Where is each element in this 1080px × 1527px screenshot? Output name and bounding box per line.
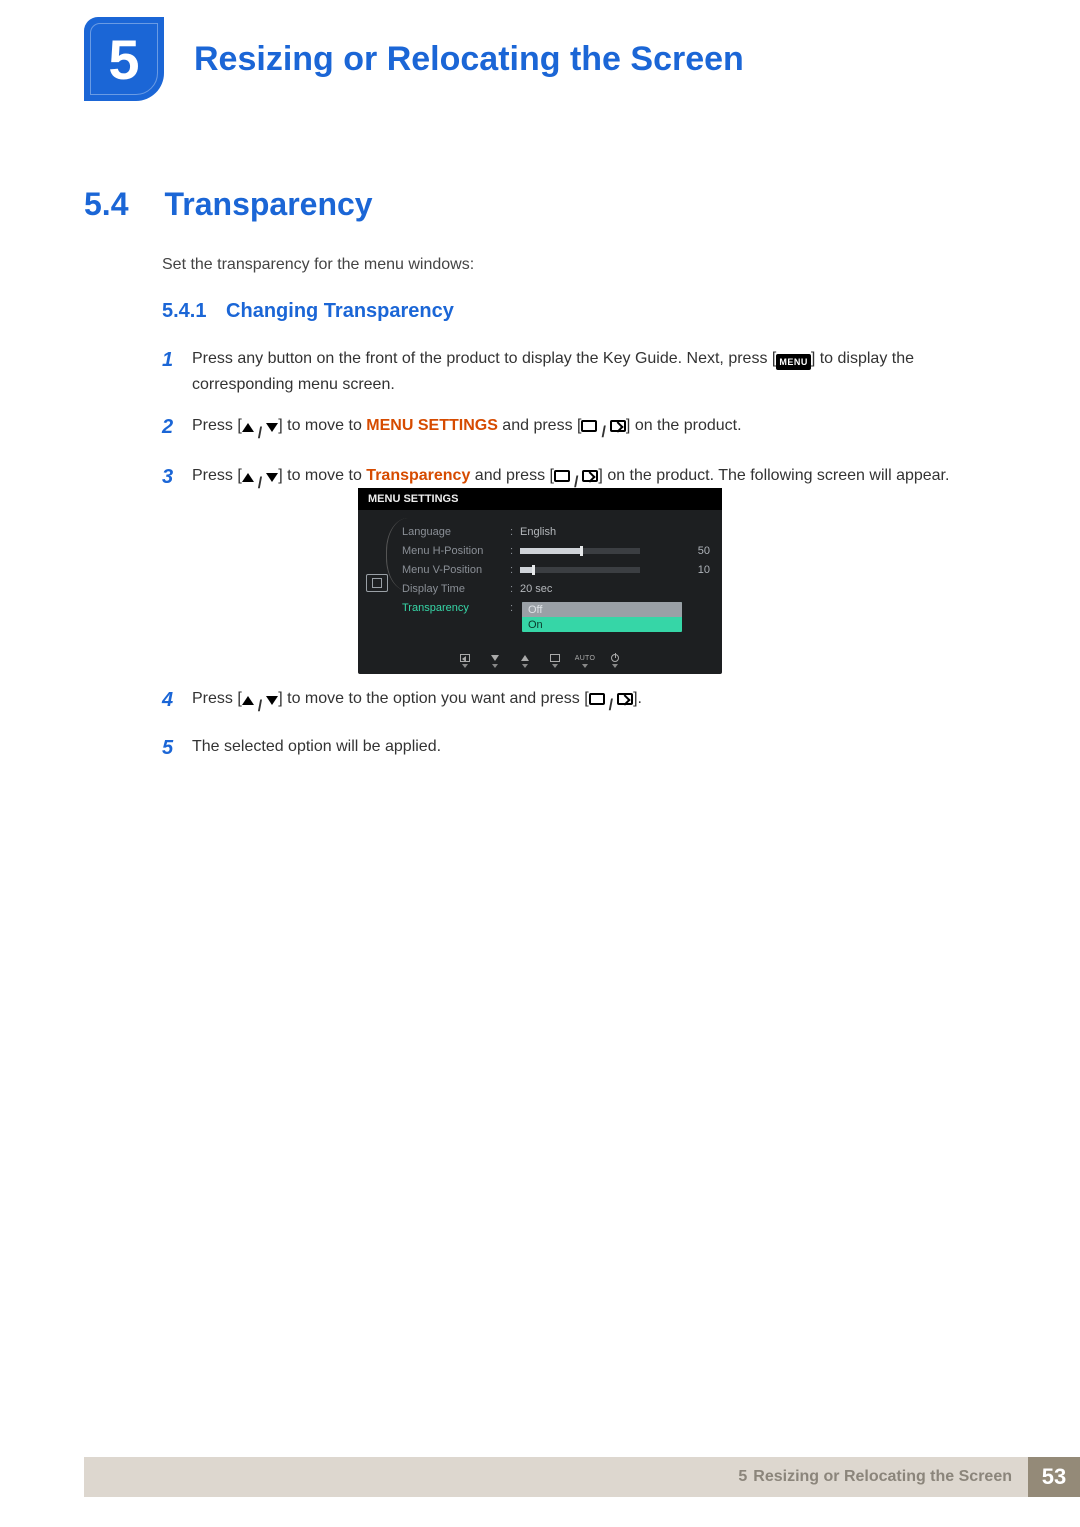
- transparency-highlight: Transparency: [366, 467, 470, 484]
- steps-list-cont: 4 Press [/] to move to the option you wa…: [162, 686, 990, 773]
- osd-screenshot: MENU SETTINGS Language : English Menu H-…: [358, 488, 722, 674]
- slider-icon: [520, 567, 640, 573]
- step-1: 1 Press any button on the front of the p…: [162, 346, 990, 397]
- section-title: Transparency: [164, 186, 372, 223]
- osd-title: MENU SETTINGS: [358, 488, 722, 510]
- select-return-icon: /: [589, 693, 633, 719]
- osd-row-display-time: Display Time : 20 sec: [402, 579, 710, 598]
- step-4: 4 Press [/] to move to the option you wa…: [162, 686, 990, 720]
- up-down-icon: /: [242, 421, 278, 447]
- footer-chapter-title: Resizing or Relocating the Screen: [753, 1468, 1012, 1486]
- osd-nav-power-icon: [609, 653, 621, 668]
- subsection-title: Changing Transparency: [226, 300, 454, 322]
- menu-icon: MENU: [776, 354, 811, 370]
- step-2: 2 Press [/] to move to MENU SETTINGS and…: [162, 413, 990, 447]
- osd-nav-back-icon: [459, 653, 471, 668]
- step-5: 5 The selected option will be applied.: [162, 734, 990, 760]
- footer-chapter-number: 5: [738, 1468, 747, 1486]
- page-footer: 5 Resizing or Relocating the Screen 53: [84, 1457, 1080, 1497]
- osd-nav-down-icon: [489, 653, 501, 668]
- osd-row-language: Language : English: [402, 522, 710, 541]
- footer-bar: 5 Resizing or Relocating the Screen: [84, 1457, 1028, 1497]
- up-down-icon: /: [242, 471, 278, 497]
- osd-option-off: Off: [522, 602, 682, 617]
- section-heading: 5.4 Transparency: [84, 186, 996, 223]
- subsection-heading: 5.4.1 Changing Transparency: [162, 300, 454, 323]
- osd-nav-enter-icon: [549, 653, 561, 668]
- chapter-badge: 5: [84, 17, 164, 101]
- osd-category-icon: [366, 574, 388, 592]
- footer-page-number: 53: [1028, 1457, 1080, 1497]
- section-intro: Set the transparency for the menu window…: [162, 256, 990, 274]
- osd-row-h-position: Menu H-Position : 50: [402, 541, 710, 560]
- osd-side-curve: [386, 518, 408, 591]
- select-return-icon: /: [581, 420, 625, 446]
- osd-nav-up-icon: [519, 653, 531, 668]
- subsection-number: 5.4.1: [162, 300, 206, 322]
- chapter-number: 5: [108, 27, 139, 92]
- osd-row-v-position: Menu V-Position : 10: [402, 560, 710, 579]
- osd-nav-auto-icon: AUTO: [579, 653, 591, 668]
- page-header: 5 Resizing or Relocating the Screen: [84, 14, 1040, 104]
- section-number: 5.4: [84, 186, 128, 223]
- osd-option-on: On: [522, 617, 682, 632]
- osd-body: Language : English Menu H-Position : 50 …: [358, 510, 722, 617]
- osd-nav-bar: AUTO: [358, 653, 722, 668]
- chapter-title: Resizing or Relocating the Screen: [194, 40, 744, 79]
- slider-icon: [520, 548, 640, 554]
- up-down-icon: /: [242, 694, 278, 720]
- menu-settings-highlight: MENU SETTINGS: [366, 417, 498, 434]
- osd-options-dropdown: Off On: [522, 602, 682, 632]
